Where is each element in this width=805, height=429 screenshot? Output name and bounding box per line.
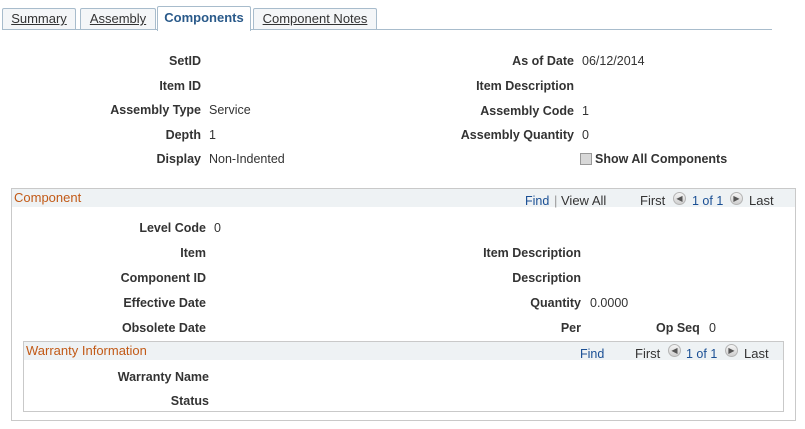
assembly-code-value: 1 — [582, 104, 589, 118]
description-label: Description — [512, 271, 581, 285]
level-code-value: 0 — [214, 221, 221, 235]
display-label: Display — [156, 152, 201, 166]
warranty-next-icon[interactable]: ▶ — [725, 344, 738, 357]
warranty-name-label: Warranty Name — [117, 370, 209, 384]
obsolete-date-label: Obsolete Date — [121, 321, 206, 335]
component-separator: | — [554, 193, 558, 208]
item-label: Item — [180, 246, 206, 260]
item-id-label: Item ID — [159, 79, 201, 93]
component-first-link[interactable]: First — [640, 193, 665, 208]
show-all-components-label: Show All Components — [595, 152, 728, 166]
as-of-date-label: As of Date — [512, 54, 574, 68]
item-description-label: Item Description — [476, 79, 574, 93]
tab-component-notes-label: Component Notes — [262, 11, 368, 26]
component-item-description-label: Item Description — [483, 246, 581, 260]
warranty-page-counter: 1 of 1 — [686, 347, 718, 361]
display-value: Non-Indented — [209, 152, 285, 166]
component-previous-icon[interactable]: ◀ — [673, 192, 686, 205]
show-all-components-checkbox[interactable] — [580, 153, 592, 165]
warranty-status-label: Status — [170, 394, 209, 408]
component-header-bar: Component Find | View All First ◀ 1 of 1… — [12, 189, 795, 208]
op-seq-label: Op Seq — [656, 321, 700, 335]
component-id-label: Component ID — [120, 271, 206, 285]
component-title: Component — [14, 190, 82, 205]
warranty-header-bar: Warranty Information Find First ◀ 1 of 1… — [24, 342, 783, 361]
tab-assembly-label: Assembly — [89, 11, 147, 26]
quantity-label: Quantity — [530, 296, 581, 310]
op-seq-value: 0 — [709, 321, 716, 335]
component-find-link[interactable]: Find — [525, 194, 549, 208]
component-view-all-link[interactable]: View All — [561, 193, 606, 208]
tab-components-label: Components — [164, 10, 244, 25]
assembly-quantity-value: 0 — [582, 128, 589, 142]
component-page-counter: 1 of 1 — [692, 194, 724, 208]
tab-summary[interactable]: Summary — [2, 8, 76, 29]
depth-value: 1 — [209, 128, 216, 142]
tab-components[interactable]: Components — [157, 6, 251, 31]
warranty-title: Warranty Information — [26, 343, 147, 358]
effective-date-label: Effective Date — [123, 296, 206, 310]
quantity-value: 0.0000 — [590, 296, 629, 310]
tab-bar-underline — [2, 29, 772, 30]
assembly-type-label: Assembly Type — [110, 103, 201, 117]
level-code-label: Level Code — [139, 221, 206, 235]
warranty-find-link[interactable]: Find — [580, 347, 604, 361]
warranty-first-link[interactable]: First — [635, 346, 660, 361]
depth-label: Depth — [165, 128, 201, 142]
warranty-previous-icon[interactable]: ◀ — [668, 344, 681, 357]
component-last-link[interactable]: Last — [749, 193, 774, 208]
warranty-last-link[interactable]: Last — [744, 346, 769, 361]
assembly-quantity-label: Assembly Quantity — [460, 128, 574, 142]
per-label: Per — [560, 321, 581, 335]
tab-component-notes[interactable]: Component Notes — [253, 8, 377, 29]
assembly-code-label: Assembly Code — [480, 104, 574, 118]
tab-assembly[interactable]: Assembly — [80, 8, 156, 29]
component-next-icon[interactable]: ▶ — [730, 192, 743, 205]
assembly-type-value: Service — [209, 103, 251, 117]
setid-label: SetID — [169, 54, 201, 68]
as-of-date-value: 06/12/2014 — [582, 54, 645, 68]
tab-summary-label: Summary — [11, 11, 67, 26]
